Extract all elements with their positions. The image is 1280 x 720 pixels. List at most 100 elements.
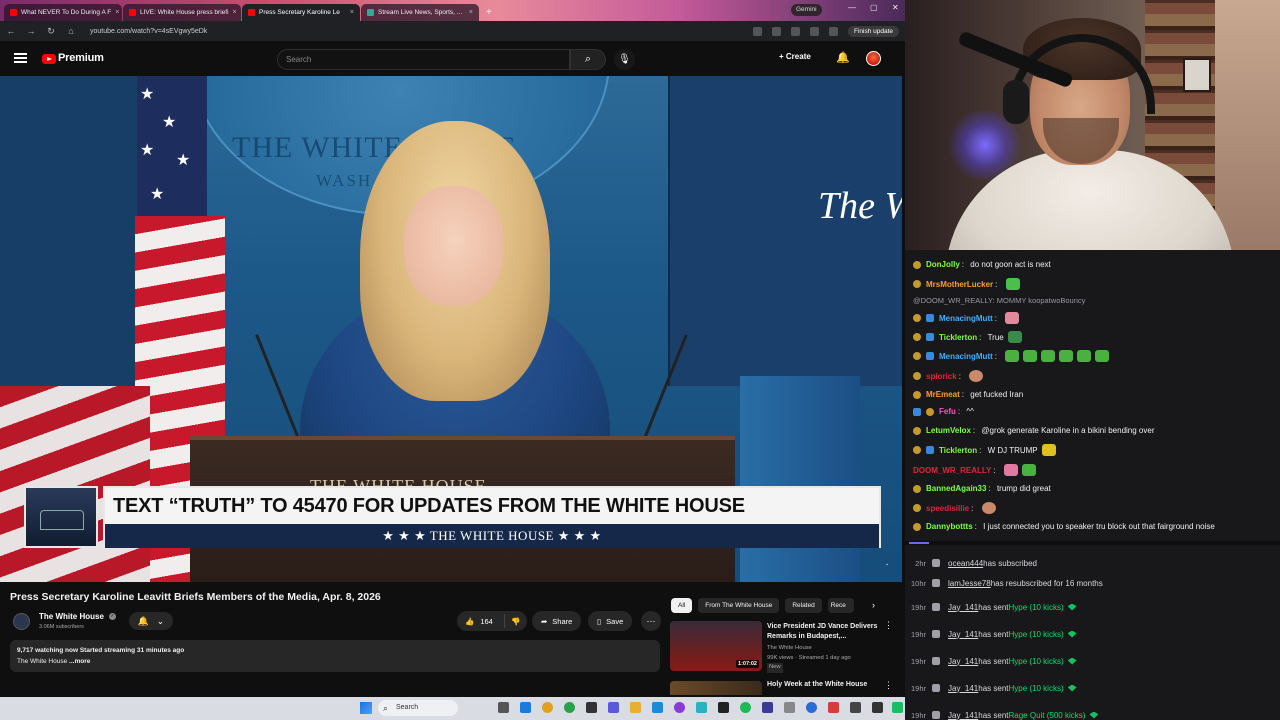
dislike-button[interactable]: 👎 xyxy=(505,617,527,626)
app-icon[interactable] xyxy=(674,702,685,713)
chat-username[interactable]: Fefu xyxy=(939,407,956,416)
chip-recent[interactable]: Rece xyxy=(827,598,854,613)
channel-name[interactable]: The White House xyxy=(39,612,104,621)
extension-icon[interactable] xyxy=(809,26,819,36)
emote-icon xyxy=(1007,331,1022,343)
event-user[interactable]: Jay_141 xyxy=(948,630,978,639)
chevron-right-icon[interactable]: › xyxy=(872,600,875,610)
reload-icon[interactable]: ↻ xyxy=(46,26,56,37)
search-input[interactable]: Search xyxy=(277,49,570,70)
notifications-bell-icon[interactable]: 🔔 xyxy=(836,51,850,64)
app-icon[interactable] xyxy=(608,702,619,713)
back-icon[interactable]: ← xyxy=(6,26,16,36)
chat-username[interactable]: Ticklerton xyxy=(939,446,977,455)
app-icon[interactable] xyxy=(806,702,817,713)
event-user[interactable]: ocean444 xyxy=(948,559,983,568)
description-box[interactable]: 9,717 watching now Started streaming 31 … xyxy=(10,640,660,672)
app-icon[interactable] xyxy=(762,702,773,713)
related-video-title[interactable]: Holy Week at the White House xyxy=(767,681,867,688)
close-icon[interactable]: × xyxy=(469,4,473,21)
chat-username[interactable]: LetumVelox xyxy=(926,426,971,435)
related-video-thumbnail[interactable] xyxy=(670,681,762,695)
url-field[interactable]: youtube.com/watch?v=4sEVgwy5eDk xyxy=(90,28,743,35)
event-user[interactable]: Jay_141 xyxy=(948,603,978,612)
related-video-thumbnail[interactable]: 1:07:02 xyxy=(670,621,762,671)
chip-related[interactable]: Related xyxy=(785,598,822,613)
app-icon[interactable] xyxy=(586,702,597,713)
gemini-button[interactable]: Gemini xyxy=(791,4,822,16)
chat-username[interactable]: Dannybottts xyxy=(926,522,973,531)
forward-icon[interactable]: → xyxy=(26,26,36,36)
maximize-icon[interactable]: ▢ xyxy=(870,3,878,12)
chat-username[interactable]: DOOM_WR_REALLY xyxy=(913,466,991,475)
close-window-icon[interactable]: ✕ xyxy=(892,3,899,12)
chat-username[interactable]: MrEmeat xyxy=(926,390,960,399)
event-user[interactable]: Jay_141 xyxy=(948,684,978,693)
app-icon[interactable] xyxy=(828,702,839,713)
show-more-link[interactable]: ...more xyxy=(69,658,90,665)
subscribed-notify-button[interactable]: 🔔 ⌄ xyxy=(129,612,173,630)
kick-icon[interactable] xyxy=(892,702,903,713)
chat-username[interactable]: DonJolly xyxy=(926,260,960,269)
app-icon[interactable] xyxy=(718,702,729,713)
task-view-icon[interactable] xyxy=(498,702,509,713)
spotify-icon[interactable] xyxy=(740,702,751,713)
browser-tab[interactable]: LIVE: White House press briefi × xyxy=(123,4,241,21)
app-icon[interactable] xyxy=(696,702,707,713)
app-icon[interactable] xyxy=(850,702,861,713)
edge-icon[interactable] xyxy=(520,702,531,713)
extension-icon[interactable] xyxy=(752,26,762,36)
youtube-logo-icon[interactable] xyxy=(42,54,56,64)
chat-username[interactable]: MrsMotherLucker xyxy=(926,280,993,289)
app-icon[interactable] xyxy=(872,702,883,713)
chip-all[interactable]: All xyxy=(671,598,693,613)
chat-colon: : xyxy=(979,332,982,342)
channel-avatar[interactable] xyxy=(13,613,30,630)
event-user[interactable]: lamJesse78 xyxy=(948,579,991,588)
kebab-menu-icon[interactable]: ⋮ xyxy=(884,620,893,631)
youtube-premium-label[interactable]: Premium xyxy=(58,52,104,64)
new-tab-button[interactable]: + xyxy=(480,4,498,21)
save-button[interactable]: ▯ Save xyxy=(588,611,633,631)
share-button[interactable]: ➦ Share xyxy=(532,611,582,631)
video-player[interactable]: THE WHITE HOUSE WASH The W ★ ★ ★ ★ ★ THE… xyxy=(0,76,902,582)
home-icon[interactable]: ⌂ xyxy=(66,26,76,36)
browser-tab[interactable]: What NEVER To Do During A F × xyxy=(4,4,122,21)
extension-icon[interactable] xyxy=(790,26,800,36)
chat-username[interactable]: MenacingMutt xyxy=(939,352,993,361)
close-icon[interactable]: × xyxy=(115,4,119,21)
chrome-icon[interactable] xyxy=(542,702,553,713)
extension-icon[interactable] xyxy=(771,26,781,36)
menu-icon[interactable] xyxy=(14,53,27,63)
file-explorer-icon[interactable] xyxy=(630,702,641,713)
app-icon[interactable] xyxy=(784,702,795,713)
gift-badge-icon xyxy=(926,446,934,454)
minimize-icon[interactable]: — xyxy=(848,3,856,12)
browser-tab-active[interactable]: Press Secretary Karoline Le × xyxy=(242,4,360,21)
search-icon[interactable]: ⌕ xyxy=(570,49,606,70)
chip-from-channel[interactable]: From The White House xyxy=(698,598,780,613)
chat-username[interactable]: spiorick xyxy=(926,372,957,381)
chat-username[interactable]: MenacingMutt xyxy=(939,314,993,323)
chat-username[interactable]: Ticklerton xyxy=(939,333,977,342)
close-icon[interactable]: × xyxy=(350,4,354,21)
chat-username[interactable]: BannedAgain33 xyxy=(926,484,986,493)
kebab-menu-icon[interactable]: ⋮ xyxy=(884,680,893,691)
event-user[interactable]: Jay_141 xyxy=(948,657,978,666)
close-icon[interactable]: × xyxy=(233,4,237,21)
extension-icon[interactable] xyxy=(828,26,838,36)
related-video-title[interactable]: Vice President JD Vance Delivers Remarks… xyxy=(767,622,880,641)
finish-update-button[interactable]: Finish update xyxy=(847,25,899,37)
microphone-icon[interactable]: 🎙 xyxy=(614,49,635,70)
taskbar-search[interactable]: Search xyxy=(378,700,458,716)
chrome-profile-icon[interactable] xyxy=(564,702,575,713)
windows-start-icon[interactable] xyxy=(360,702,372,714)
like-button[interactable]: 👍 164 xyxy=(457,614,505,628)
create-button[interactable]: + Create xyxy=(779,52,811,61)
chat-username[interactable]: speedisillie xyxy=(926,504,969,513)
app-icon[interactable] xyxy=(652,702,663,713)
event-user[interactable]: Jay_141 xyxy=(948,711,978,720)
account-avatar[interactable] xyxy=(866,51,881,66)
browser-tab[interactable]: Stream Live News, Sports, ... × xyxy=(361,4,479,21)
more-actions-icon[interactable]: ⋯ xyxy=(641,611,661,631)
